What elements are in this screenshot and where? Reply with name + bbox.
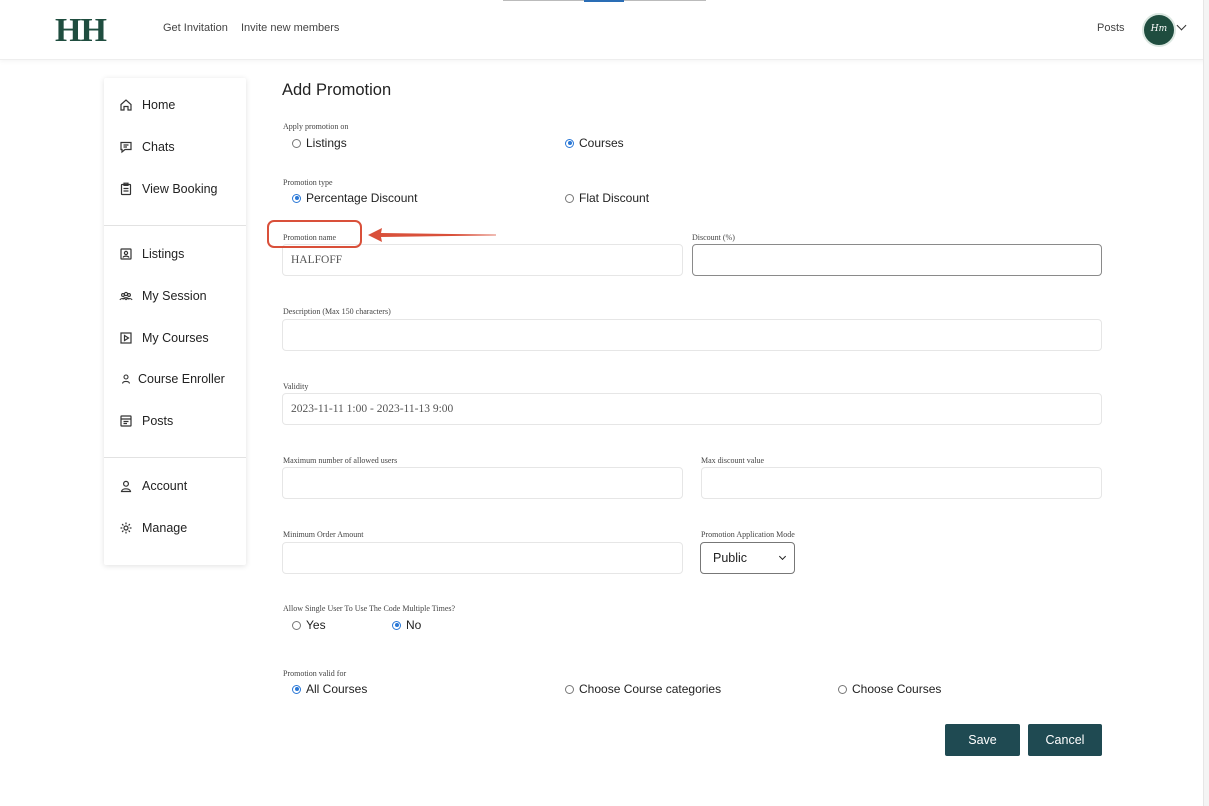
sidebar-item-label: Manage	[142, 521, 188, 535]
radio-percentage-discount[interactable]: Percentage Discount	[292, 191, 417, 205]
radio-button[interactable]	[292, 138, 301, 148]
annotation-arrow-icon	[368, 228, 496, 242]
sidebar-item-view-booking[interactable]: View Booking	[104, 174, 246, 204]
save-button[interactable]: Save	[945, 724, 1020, 756]
sidebar-item-label: My Session	[142, 289, 207, 303]
radio-courses[interactable]: Courses	[565, 136, 624, 150]
radio-label: Flat Discount	[579, 191, 650, 205]
tab-indicator-active	[584, 0, 624, 2]
avatar-signature: Hm	[1150, 24, 1168, 34]
gear-icon	[119, 521, 133, 535]
clipboard-icon	[119, 182, 133, 196]
sidebar-divider	[104, 457, 246, 458]
radio-choose-categories[interactable]: Choose Course categories	[565, 682, 721, 696]
sidebar-item-account[interactable]: Account	[104, 471, 246, 501]
top-header: HH Get Invitation Invite new members Pos…	[0, 0, 1209, 60]
sidebar-item-course-enroller[interactable]: Course Enroller	[104, 364, 246, 394]
promotion-type-label: Promotion type	[283, 178, 333, 187]
user-icon	[119, 372, 133, 386]
min-order-label: Minimum Order Amount	[283, 530, 364, 539]
radio-label: Courses	[579, 136, 624, 150]
scrollbar[interactable]	[1203, 0, 1209, 806]
sidebar-item-label: My Courses	[142, 331, 209, 345]
description-input[interactable]	[282, 319, 1102, 351]
group-icon	[119, 289, 133, 303]
validity-label: Validity	[283, 382, 309, 391]
radio-all-courses[interactable]: All Courses	[292, 682, 367, 696]
radio-yes[interactable]: Yes	[292, 618, 326, 632]
radio-button[interactable]	[292, 684, 301, 694]
listing-icon	[119, 247, 133, 261]
radio-label: Listings	[306, 136, 347, 150]
sidebar-item-label: Listings	[142, 247, 185, 261]
home-icon	[119, 98, 133, 112]
account-icon	[119, 479, 133, 493]
description-label: Description (Max 150 characters)	[283, 307, 391, 316]
radio-label: Yes	[306, 618, 326, 632]
radio-button[interactable]	[392, 620, 401, 630]
sidebar-item-my-session[interactable]: My Session	[104, 281, 246, 311]
sidebar-item-label: View Booking	[142, 182, 218, 196]
radio-button[interactable]	[565, 193, 574, 203]
sidebar-item-label: Posts	[142, 414, 174, 428]
apply-on-label: Apply promotion on	[283, 122, 349, 131]
validity-input[interactable]: 2023-11-11 1:00 - 2023-11-13 9:00	[282, 393, 1102, 425]
sidebar-item-home[interactable]: Home	[104, 90, 246, 120]
radio-label: Percentage Discount	[306, 191, 418, 205]
max-users-input[interactable]	[282, 467, 683, 499]
radio-label: Choose Courses	[852, 682, 942, 696]
radio-button[interactable]	[838, 684, 847, 694]
max-users-label: Maximum number of allowed users	[283, 456, 398, 465]
multi-use-label: Allow Single User To Use The Code Multip…	[283, 604, 456, 613]
radio-label: Choose Course categories	[579, 682, 722, 696]
cancel-button[interactable]: Cancel	[1028, 724, 1102, 756]
sidebar-item-label: Home	[142, 98, 176, 112]
radio-button[interactable]	[292, 620, 301, 630]
radio-no[interactable]: No	[392, 618, 421, 632]
chevron-down-icon	[778, 552, 787, 561]
sidebar-item-label: Course Enroller	[138, 372, 225, 386]
radio-button[interactable]	[565, 138, 574, 148]
posts-icon	[119, 414, 133, 428]
play-icon	[119, 331, 133, 345]
avatar[interactable]: Hm	[1142, 13, 1176, 47]
radio-flat-discount[interactable]: Flat Discount	[565, 191, 649, 205]
sidebar-item-label: Chats	[142, 140, 175, 154]
discount-label: Discount (%)	[692, 233, 735, 242]
nav-invite-members[interactable]: Invite new members	[241, 22, 339, 34]
page-title: Add Promotion	[282, 81, 392, 99]
select-value: Public	[713, 551, 748, 565]
radio-button[interactable]	[292, 193, 301, 203]
application-mode-select[interactable]: Public	[700, 542, 795, 574]
application-mode-label: Promotion Application Mode	[701, 530, 795, 539]
nav-posts[interactable]: Posts	[1097, 22, 1125, 34]
sidebar-divider	[104, 225, 246, 226]
sidebar-item-my-courses[interactable]: My Courses	[104, 323, 246, 353]
radio-label: All Courses	[306, 682, 368, 696]
min-order-input[interactable]	[282, 542, 683, 574]
sidebar-item-chats[interactable]: Chats	[104, 132, 246, 162]
radio-choose-courses[interactable]: Choose Courses	[838, 682, 941, 696]
radio-button[interactable]	[565, 684, 574, 694]
sidebar-item-label: Account	[142, 479, 188, 493]
discount-input[interactable]	[692, 244, 1102, 276]
nav-get-invitation[interactable]: Get Invitation	[163, 22, 228, 34]
valid-for-label: Promotion valid for	[283, 669, 347, 678]
annotation-highlight-box	[267, 220, 362, 248]
radio-label: No	[406, 618, 422, 632]
max-discount-input[interactable]	[701, 467, 1102, 499]
chevron-down-icon[interactable]	[1176, 20, 1187, 31]
radio-listings[interactable]: Listings	[292, 136, 347, 150]
logo[interactable]: HH	[55, 12, 107, 50]
max-discount-label: Max discount value	[701, 456, 765, 465]
sidebar-item-listings[interactable]: Listings	[104, 239, 246, 269]
sidebar-item-posts[interactable]: Posts	[104, 406, 246, 436]
sidebar-item-manage[interactable]: Manage	[104, 513, 246, 543]
sidebar: Home Chats View Booking Listings My Sess…	[104, 78, 246, 565]
promotion-name-input[interactable]: HALFOFF	[282, 244, 683, 276]
chat-icon	[119, 140, 133, 154]
